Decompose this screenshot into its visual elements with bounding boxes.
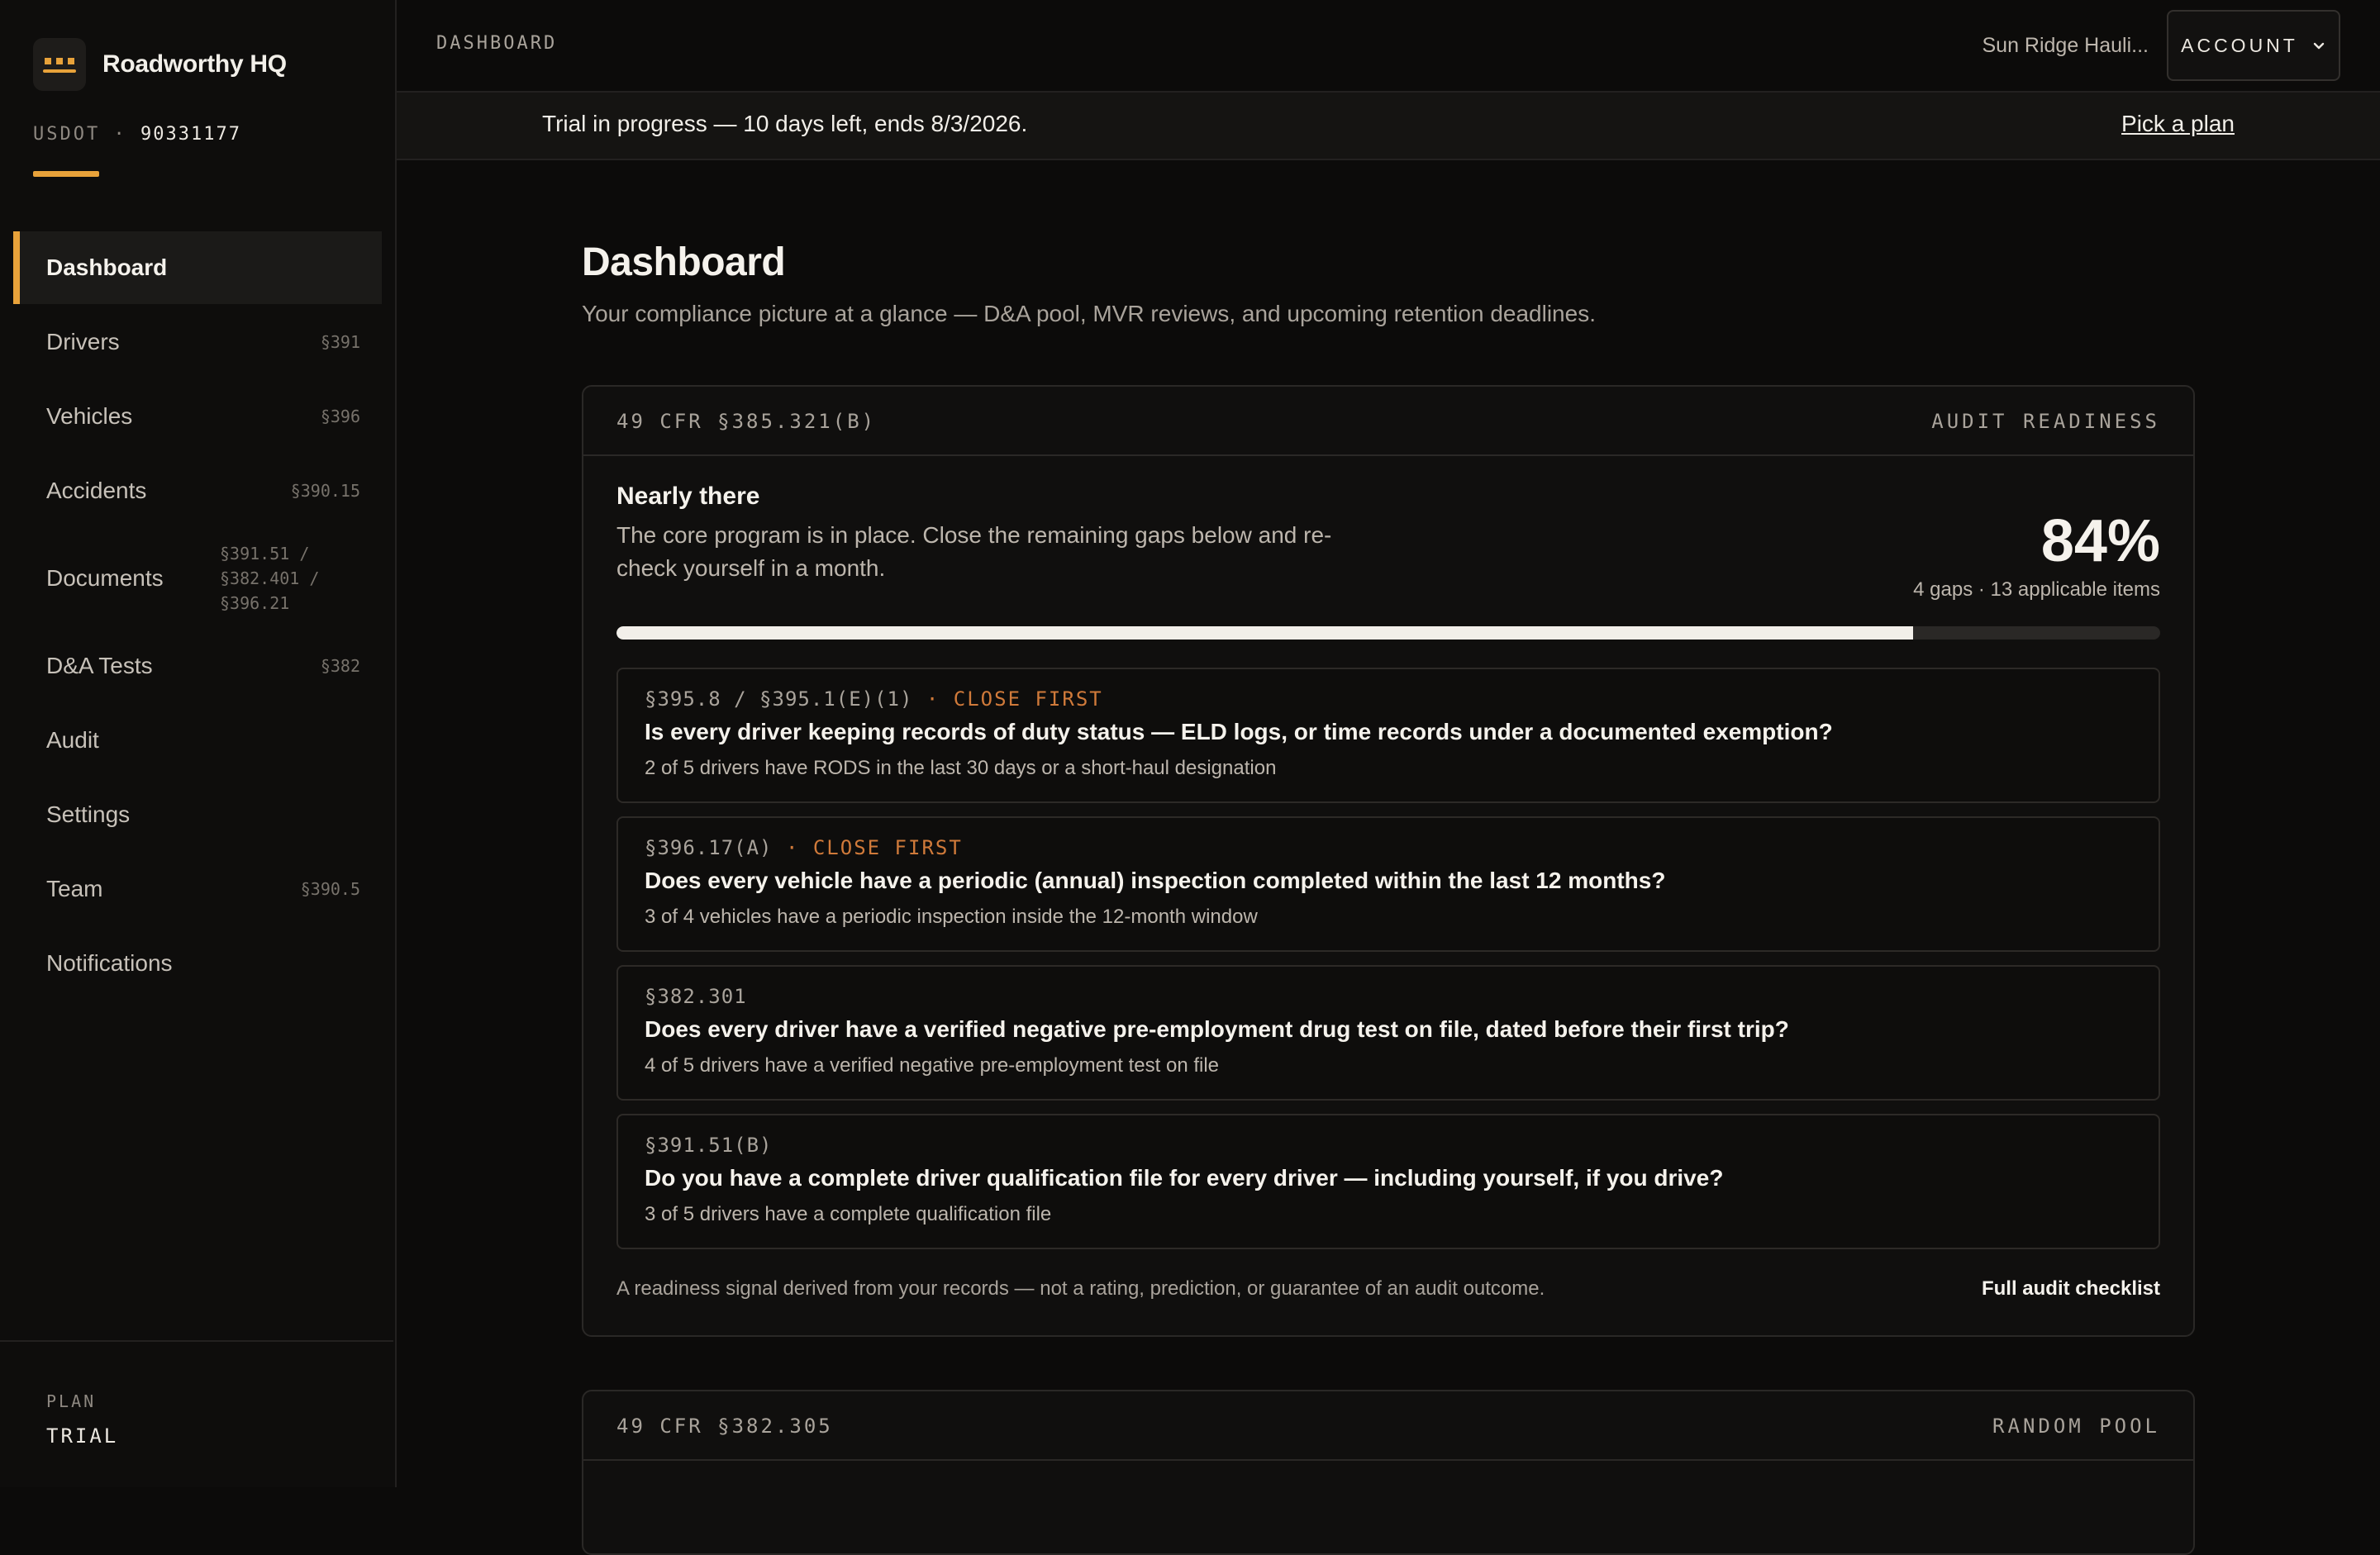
sidebar-item-da-tests[interactable]: D&A Tests §382 [13,630,382,702]
gap-question: Is every driver keeping records of duty … [645,719,1833,744]
account-menu-button[interactable]: ACCOUNT [2167,10,2340,81]
plan-label: PLAN [46,1391,97,1411]
random-pool-card: 49 CFR §382.305 RANDOM POOL [582,1390,2195,1555]
gap-detail: 4 of 5 drivers have a verified negative … [645,1054,1220,1077]
pick-a-plan-link[interactable]: Pick a plan [2121,111,2235,137]
gap-item[interactable]: §395.8 / §395.1(E)(1) · CLOSE FIRST Is e… [616,668,2160,803]
trial-status-text: Trial in progress — 10 days left, ends 8… [542,111,1028,136]
section-ref: §391 [320,332,360,352]
card-header: 49 CFR §382.305 RANDOM POOL [583,1391,2193,1461]
usdot-underline [33,171,99,177]
card-header: 49 CFR §385.321(B) AUDIT READINESS [583,387,2193,456]
sidebar-item-documents[interactable]: Documents §391.51 / §382.401 / §396.21 [13,529,382,628]
readiness-status-title: Nearly there [616,483,760,510]
gap-detail: 2 of 5 drivers have RODS in the last 30 … [645,757,1277,779]
gaps-summary: 4 gaps · 13 applicable items [1913,578,2160,601]
full-audit-checklist-link[interactable]: Full audit checklist [1982,1277,2160,1301]
card-tag: AUDIT READINESS [1931,410,2160,433]
sidebar-item-team[interactable]: Team §390.5 [13,853,382,925]
sidebar-item-accidents[interactable]: Accidents §390.15 [13,454,382,527]
gap-detail: 3 of 4 vehicles have a periodic inspecti… [645,906,1258,928]
section-ref: §390.5 [300,879,360,899]
section-ref: §382 [320,656,360,676]
section-ref: §390.15 [290,481,360,501]
cfr-reference: 49 CFR §385.321(B) [616,410,877,433]
gap-list: §395.8 / §395.1(E)(1) · CLOSE FIRST Is e… [616,668,2160,1263]
truck-logo-icon [33,38,86,91]
sidebar-item-drivers[interactable]: Drivers §391 [13,306,382,378]
gap-question: Does every driver have a verified negati… [645,1016,1789,1042]
page-subtitle: Your compliance picture at a glance — D&… [582,301,1596,326]
gap-ref: §395.8 / §395.1(E)(1) · CLOSE FIRST [645,687,1103,711]
brand[interactable]: Roadworthy HQ [33,38,287,91]
sidebar: Roadworthy HQ USDOT · 90331177 Dashboard… [0,0,397,1487]
trial-banner: Trial in progress — 10 days left, ends 8… [397,93,2380,160]
card-tag: RANDOM POOL [1992,1415,2160,1438]
readiness-status-description: The core program is in place. Close the … [616,522,1332,581]
sidebar-item-dashboard[interactable]: Dashboard [13,231,382,304]
gap-ref: §391.51(B) [645,1134,773,1157]
gap-item[interactable]: §382.301 Does every driver have a verifi… [616,965,2160,1101]
gap-ref: §396.17(A) · CLOSE FIRST [645,836,963,859]
plan-panel: PLAN TRIAL [0,1340,393,1448]
page-title: Dashboard [582,240,786,284]
organization-name: Sun Ridge Hauli... [1982,34,2149,57]
brand-name: Roadworthy HQ [102,50,287,78]
gap-detail: 3 of 5 drivers have a complete qualifica… [645,1203,1052,1225]
sidebar-item-notifications[interactable]: Notifications [13,927,382,1000]
top-bar: DASHBOARD Sun Ridge Hauli... ACCOUNT [397,0,2380,93]
gap-question: Do you have a complete driver qualificat… [645,1165,1724,1191]
gap-ref: §382.301 [645,985,747,1008]
section-ref: §396 [320,407,360,426]
cfr-reference: 49 CFR §382.305 [616,1415,833,1438]
sidebar-item-vehicles[interactable]: Vehicles §396 [13,380,382,453]
gap-item[interactable]: §391.51(B) Do you have a complete driver… [616,1114,2160,1249]
plan-value: TRIAL [46,1424,119,1448]
usdot-number: USDOT · 90331177 [33,124,241,145]
close-first-flag: · CLOSE FIRST [772,836,963,859]
readiness-percent: 84% [2040,508,2160,574]
gap-question: Does every vehicle have a periodic (annu… [645,868,1666,893]
progress-fill [616,626,1914,640]
sidebar-item-audit[interactable]: Audit [13,704,382,777]
close-first-flag: · CLOSE FIRST [912,687,1103,711]
readiness-progress-bar [616,626,2160,640]
chevron-down-icon [2313,42,2325,50]
section-ref: §391.51 / §382.401 / §396.21 [220,544,320,613]
sidebar-item-settings[interactable]: Settings [13,778,382,851]
breadcrumb: DASHBOARD [436,33,558,54]
audit-readiness-card: 49 CFR §385.321(B) AUDIT READINESS Nearl… [582,385,2195,1337]
gap-item[interactable]: §396.17(A) · CLOSE FIRST Does every vehi… [616,816,2160,952]
sidebar-nav: Dashboard Drivers §391 Vehicles §396 Acc… [13,231,382,1001]
readiness-disclaimer: A readiness signal derived from your rec… [616,1277,1545,1300]
